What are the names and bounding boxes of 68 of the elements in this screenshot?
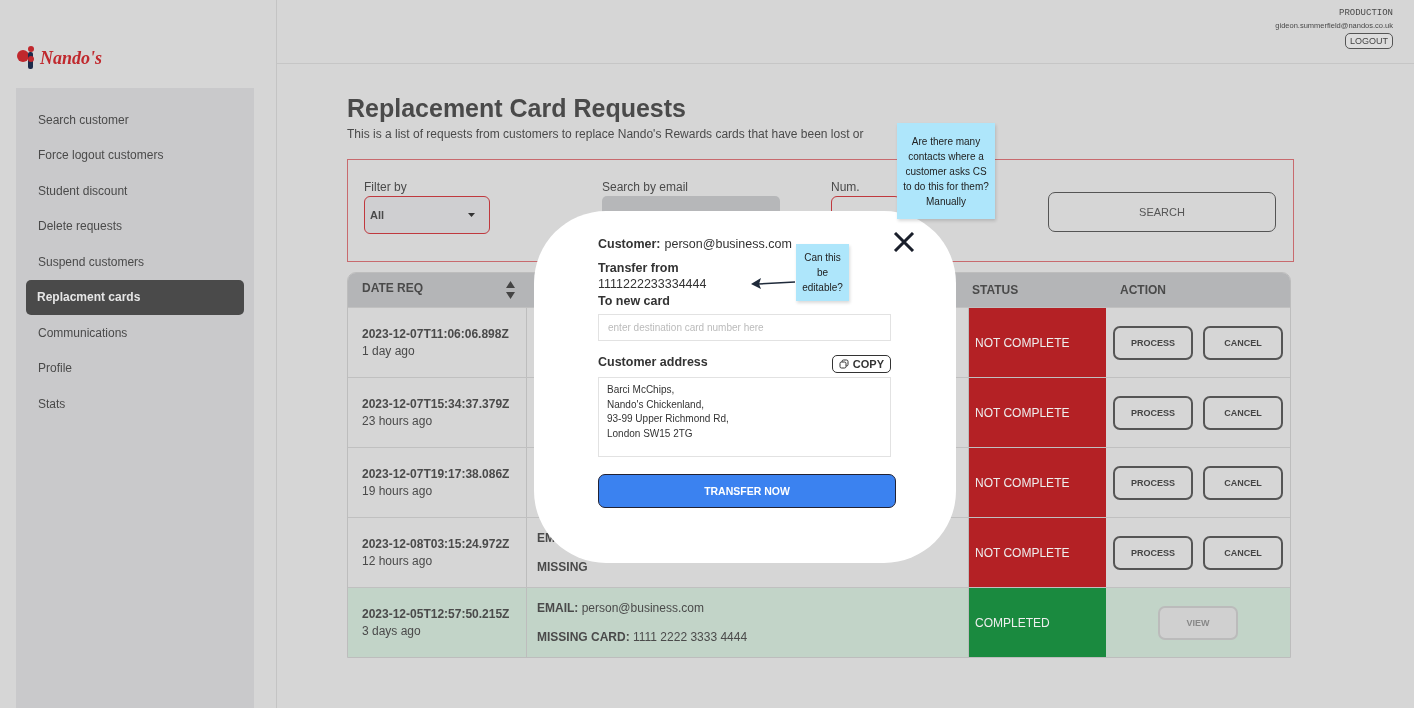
action-button[interactable]: PROCESS [1113, 395, 1193, 430]
sidebar-item[interactable]: Search customer [26, 102, 244, 138]
action-button[interactable]: CANCEL [1203, 535, 1283, 570]
search-button[interactable]: SEARCH [1048, 192, 1276, 232]
copy-button[interactable]: COPY [831, 355, 891, 373]
filter-dropdown[interactable]: All [364, 196, 490, 234]
address-line: Barci McChips, [607, 383, 676, 397]
sidebar-item[interactable]: Force logout customers [26, 137, 244, 173]
sidebar-item[interactable]: Replacment cards [26, 279, 244, 315]
action-button[interactable]: PROCESS [1113, 535, 1193, 570]
sticky-note: Are there many contacts where a customer asks CS to do this for them? Manually [897, 123, 995, 219]
card-number-field[interactable]: enter destination card number here [598, 314, 891, 341]
column-header[interactable]: STATUS [972, 283, 1019, 297]
num-label: Num. [831, 180, 860, 194]
action-button[interactable]: CANCEL [1203, 465, 1283, 500]
address-line: Nando's Chickenland, [607, 397, 705, 412]
sort-icon[interactable] [506, 281, 515, 299]
address-line: 93-99 Upper Richmond Rd, [607, 412, 730, 426]
card-number: 1111222233334444 [598, 277, 707, 291]
detail-line: MISSING [537, 559, 588, 576]
new-card-label: To new card [598, 294, 670, 308]
logout-button[interactable]: LOGOUT [1345, 33, 1393, 49]
request-date: 2023-12-07T15:34:37.379Z [362, 397, 510, 411]
brand-logo[interactable]: Nando's [40, 47, 102, 69]
sidebar-item[interactable]: Delete requests [26, 208, 244, 244]
action-button[interactable]: PROCESS [1113, 325, 1193, 360]
action-button[interactable]: CANCEL [1203, 325, 1283, 360]
status-cell: NOT COMPLETE [969, 518, 1106, 587]
page-title: Replacement Card Requests [347, 94, 687, 123]
relative-time: 23 hours ago [362, 414, 433, 428]
sidebar-item[interactable]: Communications [26, 315, 244, 351]
address-line: London SW15 2TG [607, 426, 694, 441]
action-button[interactable]: CANCEL [1203, 395, 1283, 430]
caret-icon [468, 213, 475, 217]
sidebar-item[interactable]: Suspend customers [26, 244, 244, 280]
copy-icon [838, 359, 849, 369]
filter-label: Filter by [364, 180, 407, 194]
customer-label: Customer: [598, 237, 661, 251]
email-label: Search by email [602, 180, 689, 194]
column-header[interactable]: ACTION [1120, 283, 1166, 297]
status-cell: NOT COMPLETE [969, 448, 1106, 517]
detail-line: EMAIL: person@business.com [537, 600, 704, 617]
relative-time: 3 days ago [362, 624, 421, 638]
detail-line: MISSING CARD: 1111 2222 3333 4444 [537, 629, 748, 646]
sidebar-item[interactable]: Student discount [26, 173, 244, 209]
customer-email: person@business.com [664, 237, 792, 251]
request-date: 2023-12-08T03:15:24.972Z [362, 537, 510, 551]
sticky-note: Can this be editable? [796, 244, 849, 301]
status-cell: NOT COMPLETE [969, 308, 1106, 377]
sidebar-item[interactable]: Stats [26, 386, 244, 422]
relative-time: 12 hours ago [362, 554, 433, 568]
status-cell: COMPLETED [969, 588, 1106, 657]
status-cell: NOT COMPLETE [969, 378, 1106, 447]
close-icon[interactable] [893, 232, 915, 252]
request-date: 2023-12-05T12:57:50.215Z [362, 607, 510, 621]
address-box[interactable]: Barci McChips, Nando's Chickenland, 93-99 Upper Richmond Rd, London SW15 2TG [598, 377, 891, 457]
transfer-button[interactable]: TRANSFER NOW [598, 474, 896, 508]
transfer-from-label: Transfer from [598, 261, 679, 275]
request-date: 2023-12-07T19:17:38.086Z [362, 467, 510, 481]
relative-time: 19 hours ago [362, 484, 433, 498]
environment-label: PRODUCTION [1339, 8, 1393, 18]
sidebar-item[interactable]: Profile [26, 350, 244, 386]
column-header[interactable]: DATE REQ [362, 281, 424, 299]
arrow-icon [750, 276, 796, 290]
request-date: 2023-12-07T11:06:06.898Z [362, 327, 509, 341]
action-button[interactable]: PROCESS [1113, 465, 1193, 500]
address-label: Customer address [598, 355, 708, 369]
relative-time: 1 day ago [362, 344, 415, 358]
